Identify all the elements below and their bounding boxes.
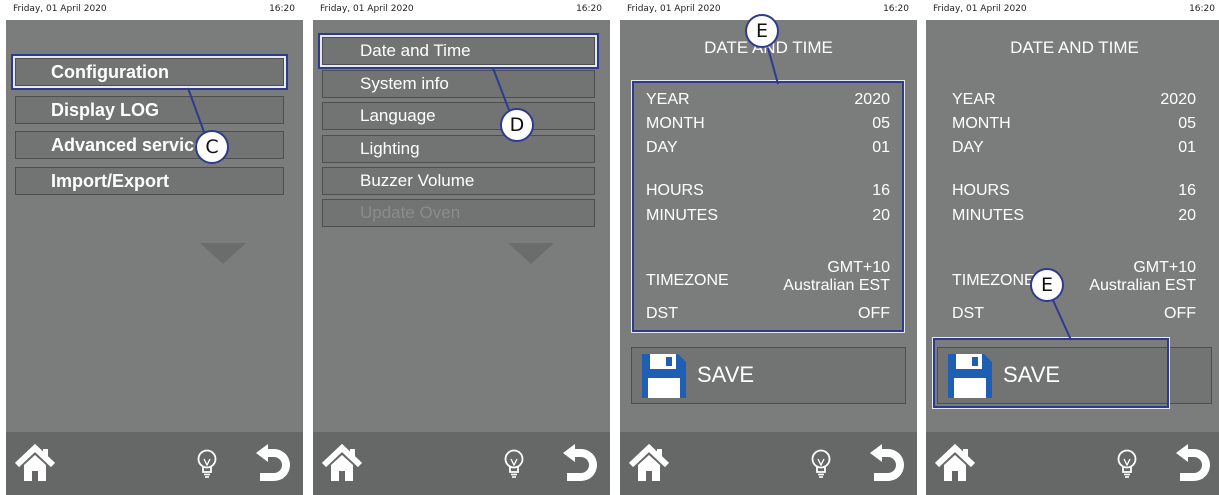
timezone-label: TIMEZONE [646,272,729,289]
display-log-button[interactable]: Display LOG [15,96,284,124]
month-value[interactable]: 05 [1178,115,1196,133]
bottom-bar [620,432,917,495]
timezone-offset: GMT+10 [1133,259,1196,276]
chevron-down-icon[interactable] [200,243,246,264]
status-date: Friday, 01 April 2020 [627,4,721,14]
home-icon[interactable] [628,443,670,485]
lightbulb-icon[interactable] [196,449,218,479]
back-arrow-icon[interactable] [561,442,597,484]
bottom-bar [313,432,610,495]
timezone-row[interactable]: TIMEZONE GMT+10 Australian EST [952,259,1196,299]
timezone-name: Australian EST [1089,277,1196,294]
status-time: 16:20 [1189,4,1215,14]
bottom-bar [6,432,303,495]
date-time-fields: YEAR 2020 MONTH 05 DAY 01 HOURS 16 MINUT… [940,83,1208,330]
date-and-time-button[interactable]: Date and Time [318,33,599,69]
back-arrow-icon[interactable] [868,442,904,484]
status-date: Friday, 01 April 2020 [320,4,414,14]
dst-value[interactable]: OFF [1164,305,1196,323]
status-date: Friday, 01 April 2020 [13,4,107,14]
update-oven-button: Update Oven [322,199,595,227]
import-export-button[interactable]: Import/Export [15,167,284,195]
year-value[interactable]: 2020 [854,91,890,109]
screen-main-menu: Friday, 01 April 2020 16:20 Configuratio… [6,0,303,495]
minutes-value[interactable]: 20 [1178,207,1196,225]
minutes-label: MINUTES [952,207,1024,224]
status-bar: Friday, 01 April 2020 16:20 [926,0,1219,20]
timezone-offset: GMT+10 [827,259,890,276]
status-bar: Friday, 01 April 2020 16:20 [313,0,610,20]
callout-e: E [745,14,779,48]
day-label: DAY [952,139,984,156]
system-info-button[interactable]: System info [322,70,595,98]
timezone-name: Australian EST [783,277,890,294]
timezone-value[interactable]: GMT+10 Australian EST [783,259,890,295]
lightbulb-icon[interactable] [503,449,525,479]
callout-e: E [1030,268,1064,302]
year-label: YEAR [952,91,996,108]
save-label: SAVE [697,362,755,387]
screen-date-and-time-edit: Friday, 01 April 2020 16:20 DATE AND TIM… [620,0,917,495]
day-label: DAY [646,139,678,156]
hours-label: HOURS [646,182,704,199]
home-icon[interactable] [934,443,976,485]
buzzer-volume-button[interactable]: Buzzer Volume [322,167,595,195]
callout-c: C [195,130,229,164]
home-icon[interactable] [321,443,363,485]
timezone-row[interactable]: TIMEZONE GMT+10 Australian EST [646,259,890,299]
lighting-button[interactable]: Lighting [322,135,595,163]
bottom-bar [926,432,1219,495]
page-title: DATE AND TIME [1010,38,1139,57]
month-label: MONTH [646,115,705,132]
date-time-fields: YEAR 2020 MONTH 05 DAY 01 HOURS 16 MINUT… [632,81,904,332]
day-value[interactable]: 01 [1178,139,1196,157]
home-icon[interactable] [14,443,56,485]
status-bar: Friday, 01 April 2020 16:20 [6,0,303,20]
lightbulb-icon[interactable] [810,449,832,479]
dst-value[interactable]: OFF [858,305,890,323]
save-button[interactable]: SAVE [631,347,906,404]
hours-value[interactable]: 16 [872,182,890,200]
configuration-button[interactable]: Configuration [11,54,288,90]
back-arrow-icon[interactable] [254,442,290,484]
minutes-value[interactable]: 20 [872,207,890,225]
status-time: 16:20 [269,4,295,14]
status-time: 16:20 [576,4,602,14]
year-value[interactable]: 2020 [1160,91,1196,109]
screen-date-and-time-save: Friday, 01 April 2020 16:20 DATE AND TIM… [926,0,1219,495]
timezone-value[interactable]: GMT+10 Australian EST [1089,259,1196,295]
month-value[interactable]: 05 [872,115,890,133]
month-label: MONTH [952,115,1011,132]
day-value[interactable]: 01 [872,139,890,157]
language-button[interactable]: Language [322,102,595,130]
year-label: YEAR [646,91,690,108]
timezone-label: TIMEZONE [952,272,1035,289]
minutes-label: MINUTES [646,207,718,224]
status-date: Friday, 01 April 2020 [933,4,1027,14]
chevron-down-icon[interactable] [508,243,554,264]
screen-configuration-menu: Friday, 01 April 2020 16:20 Date and Tim… [313,0,610,495]
advanced-services-button[interactable]: Advanced services [15,131,284,159]
lightbulb-icon[interactable] [1116,449,1138,479]
floppy-disk-icon [642,354,686,398]
hours-label: HOURS [952,182,1010,199]
status-time: 16:20 [883,4,909,14]
dst-label: DST [646,305,678,322]
save-highlight [933,338,1169,408]
back-arrow-icon[interactable] [1174,442,1210,484]
callout-d: D [500,108,534,142]
hours-value[interactable]: 16 [1178,182,1196,200]
dst-label: DST [952,305,984,322]
